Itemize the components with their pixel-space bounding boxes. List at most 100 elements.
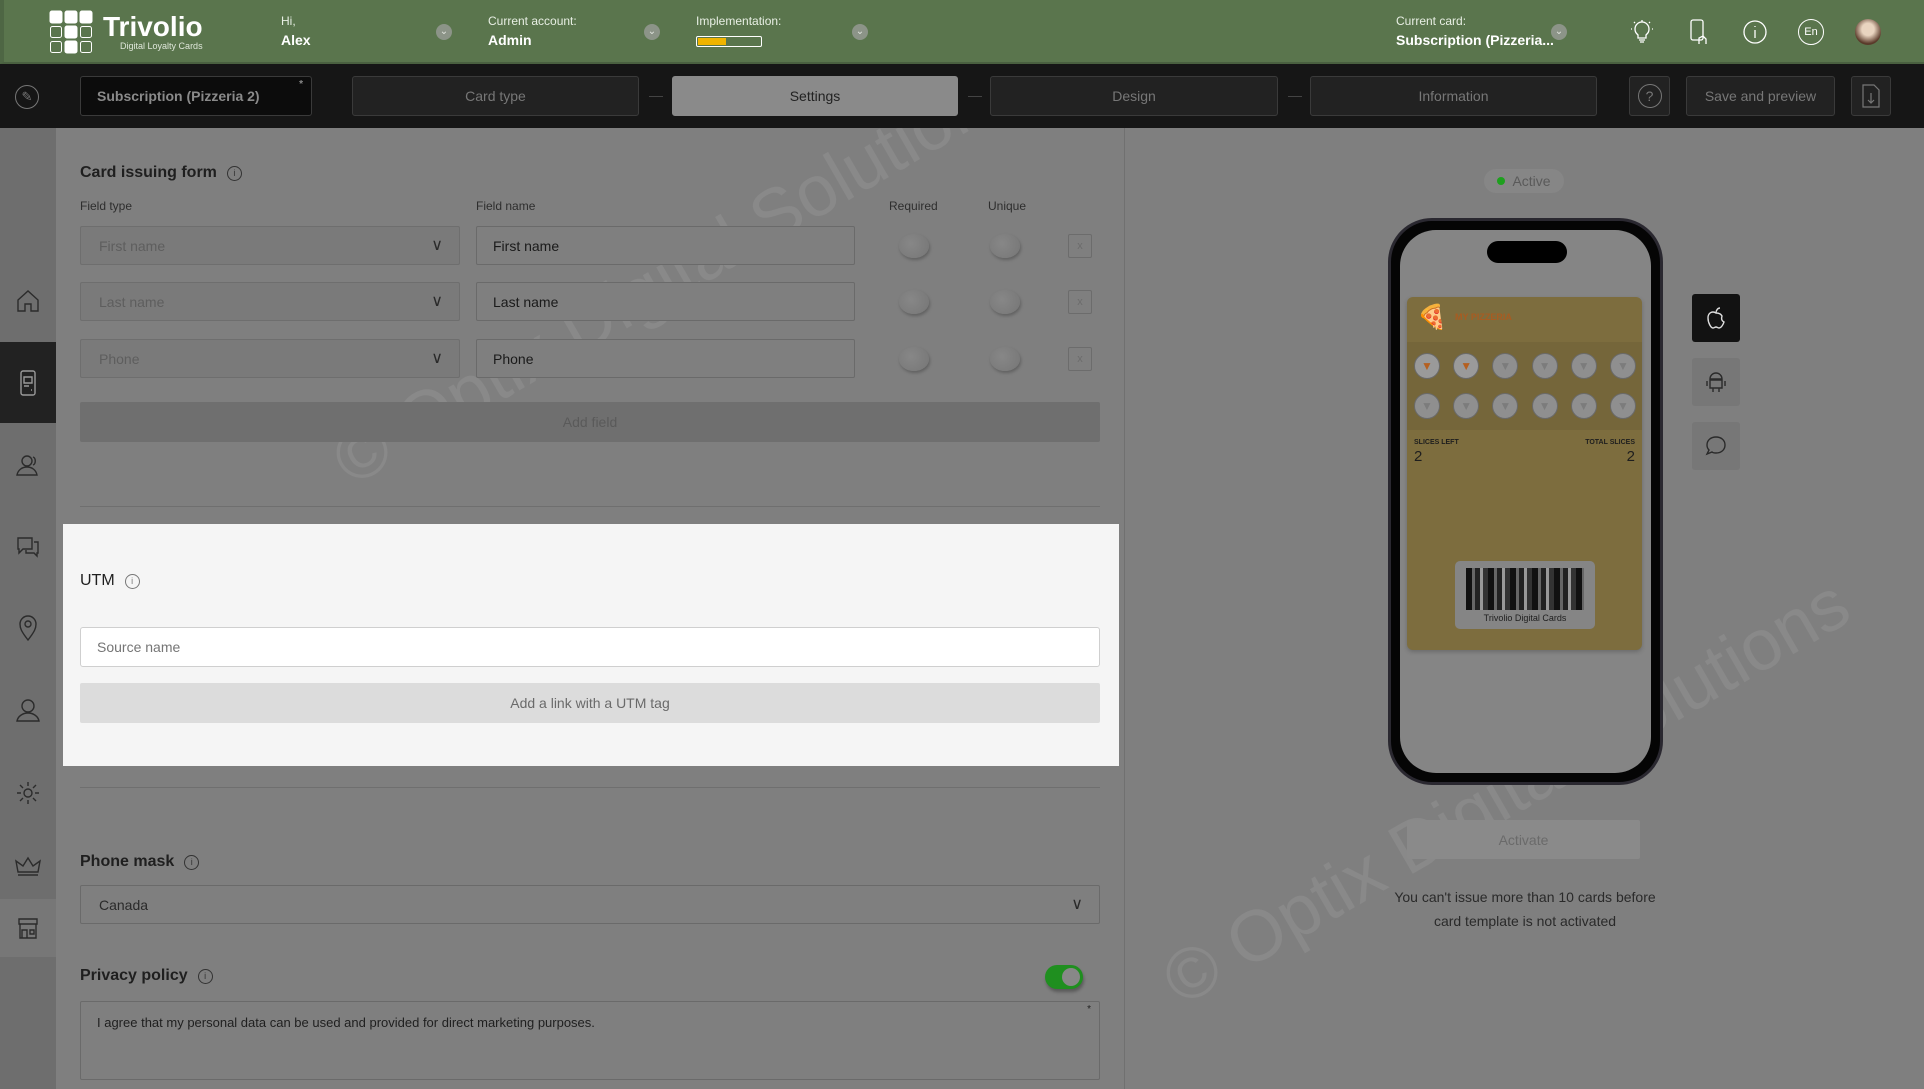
sidebar — [0, 128, 56, 1089]
sidebar-item-locations[interactable] — [0, 603, 56, 653]
unique-toggle[interactable] — [990, 347, 1020, 371]
activation-notice: You can't issue more than 10 cards befor… — [1394, 889, 1656, 929]
remove-field-button[interactable]: x — [1068, 234, 1092, 258]
logo-grid-icon — [49, 10, 93, 54]
sidebar-item-settings[interactable] — [0, 768, 56, 818]
current-card-label: Current card: — [1396, 14, 1467, 28]
required-toggle[interactable] — [899, 290, 929, 314]
store-icon — [18, 918, 38, 939]
field-name-input[interactable]: First name — [476, 226, 855, 265]
section-title: Card issuing form — [80, 164, 217, 181]
download-button[interactable] — [1851, 76, 1891, 116]
stamp-empty: ▼ — [1531, 393, 1558, 419]
apple-platform-button[interactable] — [1692, 294, 1740, 342]
user-icon — [16, 699, 40, 722]
privacy-policy-textarea[interactable]: I agree that my personal data can be use… — [80, 1001, 1100, 1080]
loyalty-card: 🍕 MY PIZZERIA ▼ ▼ ▼ ▼ ▼ ▼ ▼ ▼ ▼ ▼ ▼ ▼ SLICES LEFT 2… — [1407, 297, 1642, 650]
logo[interactable]: Trivolio Digital Loyalty Cards — [49, 10, 203, 54]
tab-information[interactable]: Information — [1310, 76, 1597, 116]
add-utm-link-button[interactable]: Add a link with a UTM tag — [80, 683, 1100, 723]
privacy-text: I agree that my personal data can be use… — [97, 1015, 595, 1030]
sidebar-item-subscription[interactable] — [0, 841, 56, 891]
phone-touch-icon[interactable] — [1686, 19, 1712, 45]
field-type-value: Last name — [99, 293, 165, 310]
privacy-policy-toggle[interactable] — [1045, 965, 1083, 989]
stamp-filled: ▼ — [1414, 353, 1440, 379]
field-name-value: Last name — [493, 293, 559, 310]
stamp-empty: ▼ — [1609, 353, 1636, 379]
field-type-select[interactable]: First name ∨ — [80, 226, 460, 265]
help-button[interactable]: ? — [1629, 76, 1670, 116]
field-type-select[interactable]: Last name ∨ — [80, 282, 460, 321]
section-title: Privacy policy — [80, 967, 188, 984]
card-name-input[interactable]: Subscription (Pizzeria 2) * — [80, 76, 312, 116]
barcode-box: Trivolio Digital Cards — [1455, 561, 1595, 629]
step-divider — [649, 96, 663, 97]
tab-design[interactable]: Design — [990, 76, 1278, 116]
implementation-chevron-icon[interactable]: ⌄ — [852, 24, 868, 40]
required-toggle[interactable] — [899, 347, 929, 371]
customers-icon — [16, 455, 38, 476]
card-issuing-form-title: Card issuing form i — [80, 164, 242, 182]
info-icon[interactable]: i — [124, 573, 140, 589]
sidebar-item-customers[interactable] — [0, 440, 56, 490]
sidebar-item-messages[interactable] — [0, 522, 56, 572]
info-icon[interactable]: i — [184, 854, 200, 870]
card-name: Subscription (Pizzeria 2) — [97, 88, 260, 104]
lightbulb-icon[interactable] — [1629, 19, 1655, 45]
info-icon[interactable] — [1742, 19, 1768, 45]
remove-field-button[interactable]: x — [1068, 290, 1092, 314]
account-chevron-icon[interactable]: ⌄ — [644, 24, 660, 40]
download-file-icon — [1862, 84, 1880, 108]
add-field-button[interactable]: Add field — [80, 402, 1100, 442]
chevron-down-icon: ∨ — [431, 293, 443, 310]
utm-source-input[interactable] — [80, 627, 1100, 667]
gear-icon — [17, 782, 39, 804]
sidebar-item-shop[interactable] — [0, 899, 56, 957]
tab-settings[interactable]: Settings — [672, 76, 958, 116]
android-icon — [1706, 372, 1726, 392]
unique-toggle[interactable] — [990, 234, 1020, 258]
implementation-progress-fill — [698, 38, 726, 45]
info-icon[interactable]: i — [226, 165, 242, 181]
implementation-label: Implementation: — [696, 14, 782, 28]
chevron-down-icon: ∨ — [431, 350, 443, 367]
field-name-value: Phone — [493, 350, 534, 367]
crown-icon — [15, 856, 41, 876]
edit-pencil-icon[interactable]: ✎ — [15, 85, 39, 109]
android-platform-button[interactable] — [1692, 358, 1740, 406]
unique-toggle[interactable] — [990, 290, 1020, 314]
field-name-input[interactable]: Phone — [476, 339, 855, 378]
phone-mask-value: Canada — [99, 896, 149, 913]
status-text: Active — [1512, 173, 1551, 189]
stamp-empty: ▼ — [1609, 393, 1636, 419]
required-mark: * — [299, 79, 303, 90]
language-button[interactable]: En — [1798, 19, 1824, 45]
user-menu-chevron-icon[interactable]: ⌄ — [436, 24, 452, 40]
activate-button[interactable]: Activate — [1407, 820, 1640, 859]
field-type-value: Phone — [99, 350, 140, 367]
step-divider — [968, 96, 982, 97]
account-value: Admin — [488, 32, 532, 48]
remove-field-button[interactable]: x — [1068, 347, 1092, 371]
pizza-logo-icon: 🍕 — [1417, 304, 1447, 331]
save-and-preview-button[interactable]: Save and preview — [1686, 76, 1835, 116]
info-icon[interactable]: i — [197, 968, 213, 984]
current-card-chevron-icon[interactable]: ⌄ — [1551, 24, 1567, 40]
required-toggle[interactable] — [899, 234, 929, 258]
field-name-value: First name — [493, 237, 560, 254]
field-type-select[interactable]: Phone ∨ — [80, 339, 460, 378]
stamp-empty: ▼ — [1414, 393, 1440, 419]
unique-header: Unique — [988, 199, 1027, 213]
slices-left-label: SLICES LEFT — [1414, 439, 1459, 446]
tab-card-type[interactable]: Card type — [352, 76, 639, 116]
section-title: Phone mask — [80, 853, 175, 870]
total-slices-value: 2 — [1626, 448, 1635, 465]
avatar[interactable] — [1855, 19, 1881, 45]
message-platform-button[interactable] — [1692, 422, 1740, 470]
greeting-label: Hi, — [281, 14, 296, 28]
stamp-empty: ▼ — [1492, 393, 1519, 419]
sidebar-item-users[interactable] — [0, 685, 56, 735]
phone-mask-select[interactable]: Canada ∨ — [80, 885, 1100, 924]
field-name-input[interactable]: Last name — [476, 282, 855, 321]
